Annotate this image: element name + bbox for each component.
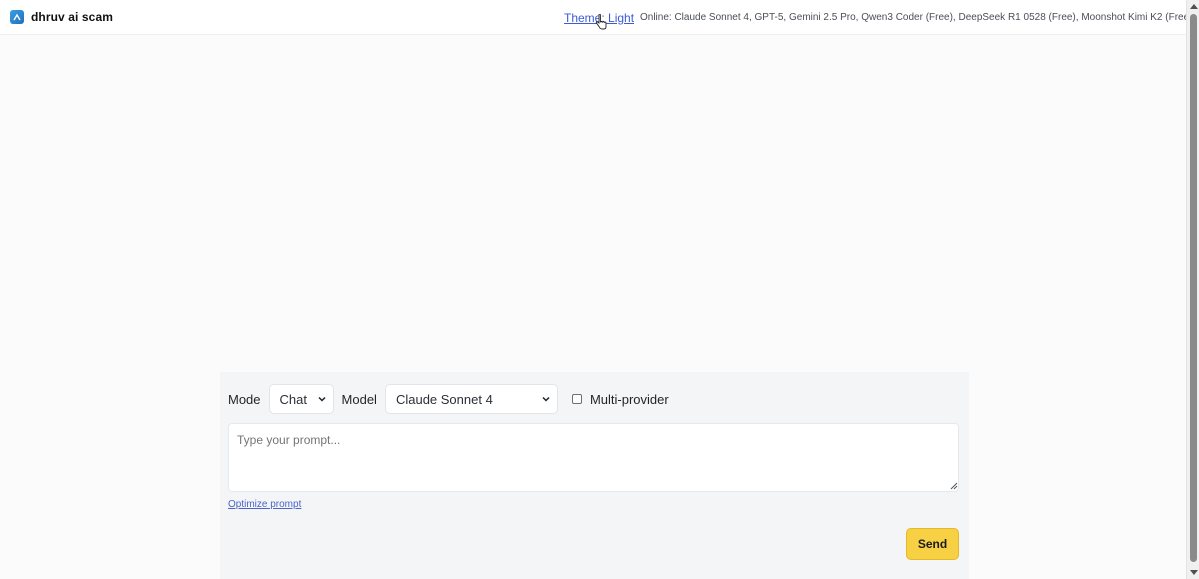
model-select-value: Claude Sonnet 4 <box>395 391 493 407</box>
scroll-up-arrow-icon[interactable] <box>1190 4 1198 9</box>
brand[interactable]: dhruv ai scam <box>10 10 113 24</box>
online-models-status: Online: Claude Sonnet 4, GPT-5, Gemini 2… <box>640 12 1193 23</box>
mode-select-value: Chat <box>279 391 307 407</box>
model-select[interactable]: Claude Sonnet 4 <box>384 384 558 414</box>
mode-select[interactable]: Chat <box>268 384 334 414</box>
mode-label: Mode <box>228 391 261 407</box>
app-page: dhruv ai scam Theme: Light Online: Claud… <box>0 0 1199 579</box>
scroll-thumb[interactable] <box>1190 14 1197 562</box>
chevron-down-icon <box>542 396 550 402</box>
brand-name: dhruv ai scam <box>31 10 114 24</box>
pointer-cursor-icon <box>595 13 607 35</box>
optimize-prompt-link[interactable]: Optimize prompt <box>228 499 301 510</box>
multi-provider-label[interactable]: Multi-provider <box>590 392 669 407</box>
prompt-composer: Mode Chat Model Claude Sonnet 4 Multi-pr… <box>220 372 969 579</box>
page-scrollbar[interactable] <box>1186 0 1199 579</box>
brand-logo-icon <box>10 10 24 24</box>
top-bar: dhruv ai scam Theme: Light Online: Claud… <box>0 0 1192 35</box>
composer-controls: Mode Chat Model Claude Sonnet 4 Multi-pr… <box>228 384 669 414</box>
multi-provider-checkbox[interactable] <box>571 394 582 404</box>
prompt-input[interactable] <box>228 423 959 492</box>
send-button[interactable]: Send <box>906 528 959 560</box>
scroll-down-arrow-icon[interactable] <box>1190 570 1198 575</box>
model-label: Model <box>341 391 377 407</box>
resize-grip-icon[interactable] <box>950 482 958 490</box>
chevron-down-icon <box>318 396 326 402</box>
